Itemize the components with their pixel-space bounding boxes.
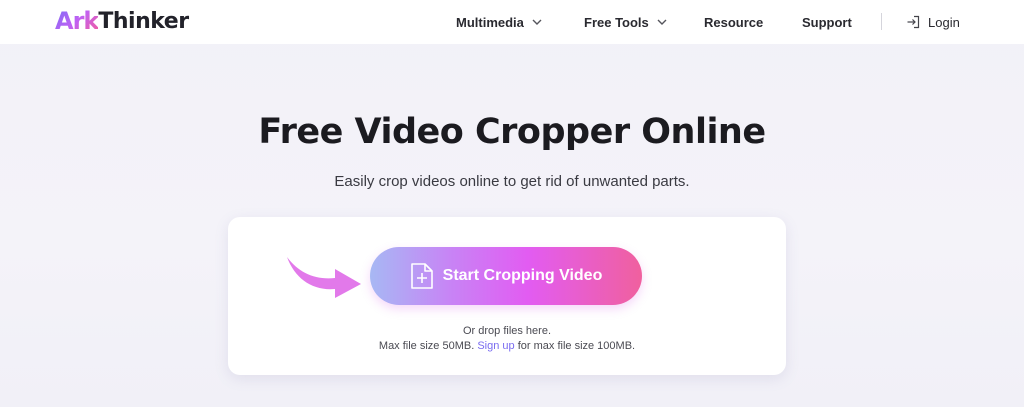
nav-support-label: Support (802, 14, 852, 30)
nav-resource-label: Resource (704, 14, 764, 30)
login-label: Login (928, 14, 960, 30)
nav-free-tools-label: Free Tools (584, 14, 649, 30)
nav-resource[interactable]: Resource (704, 0, 763, 44)
nav-support[interactable]: Support (802, 0, 852, 44)
start-cropping-label: Start Cropping Video (442, 267, 603, 284)
drop-hint-block: Or drop files here. Max file size 50MB. … (228, 324, 786, 354)
nav-multimedia-label: Multimedia (456, 14, 524, 30)
login-icon (907, 15, 920, 29)
chevron-down-icon (532, 19, 542, 25)
login-link[interactable]: Login (906, 0, 960, 44)
nav-multimedia[interactable]: Multimedia (456, 0, 543, 44)
logo-mark: Ark (55, 7, 99, 35)
drop-hint: Or drop files here. (462, 325, 552, 337)
nav-free-tools[interactable]: Free Tools (584, 0, 668, 44)
logo-text: Thinker (98, 8, 189, 34)
signup-link[interactable]: Sign up (477, 340, 514, 352)
start-cropping-button[interactable]: Start Cropping Video (370, 247, 642, 305)
page-subtitle: Easily crop videos online to get rid of … (334, 173, 690, 190)
upload-card[interactable]: Start Cropping Video Or drop files here.… (228, 217, 786, 375)
brand-logo[interactable]: Ark Thinker (55, 7, 189, 35)
size-suffix: for max file size 100MB. (517, 340, 636, 352)
size-prefix: Max file size 50MB. (378, 340, 475, 352)
site-header: Ark Thinker Multimedia Free Tools Resourc… (0, 0, 1024, 44)
nav-divider (881, 13, 882, 30)
add-file-icon (410, 263, 433, 289)
file-size-hint: Max file size 50MB. Sign up for max file… (228, 339, 786, 354)
arrow-pointer-icon (287, 257, 361, 298)
chevron-down-icon (657, 19, 667, 25)
page-title: Free Video Cropper Online (258, 112, 766, 152)
